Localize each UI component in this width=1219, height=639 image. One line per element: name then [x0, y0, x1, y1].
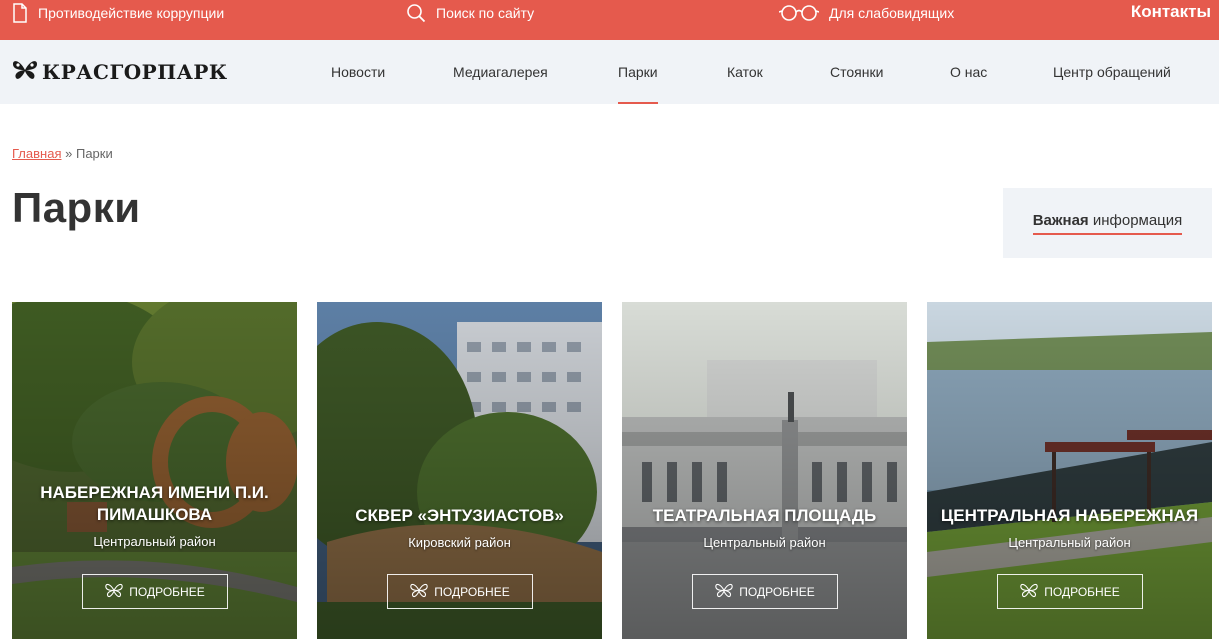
park-name: Театральная площадь	[652, 506, 877, 525]
park-card[interactable]: Набережная имени П.И. Пимашкова Централь…	[12, 302, 297, 639]
details-button[interactable]: ПОДРОБНЕЕ	[692, 574, 838, 609]
breadcrumb: Главная » Парки	[12, 146, 113, 161]
butterfly-icon	[410, 583, 428, 601]
details-button-label: ПОДРОБНЕЕ	[129, 584, 205, 599]
glasses-icon	[779, 4, 819, 22]
nav-item-skating-rink[interactable]: Каток	[727, 40, 763, 104]
park-district: Центральный район	[1008, 535, 1131, 550]
site-search-link[interactable]: Поиск по сайту	[406, 0, 534, 26]
important-info-box: Важная информация	[1003, 188, 1212, 258]
important-info-link[interactable]: Важная информация	[1032, 211, 1183, 235]
nav-item-appeals-center[interactable]: Центр обращений	[1053, 40, 1171, 104]
search-icon	[406, 3, 426, 23]
park-card[interactable]: Театральная площадь Центральный район ПО…	[622, 302, 907, 639]
breadcrumb-separator: »	[65, 146, 73, 161]
breadcrumb-home-link[interactable]: Главная	[12, 146, 61, 161]
site-search-label: Поиск по сайту	[436, 5, 535, 21]
card-content: Театральная площадь Центральный район	[622, 505, 907, 550]
nav-item-parking[interactable]: Стоянки	[830, 40, 883, 104]
important-info-rest: информация	[1092, 211, 1183, 229]
details-button[interactable]: ПОДРОБНЕЕ	[82, 574, 228, 609]
logo-text: КРАСГОРПАРК	[42, 60, 228, 84]
park-name: Сквер «Энтузиастов»	[355, 506, 564, 525]
park-district: Центральный район	[703, 535, 826, 550]
card-content: Набережная имени П.И. Пимашкова Централь…	[12, 482, 297, 549]
park-district: Центральный район	[93, 534, 216, 549]
park-name: Набережная имени П.И. Пимашкова	[40, 483, 269, 524]
details-button-label: ПОДРОБНЕЕ	[739, 584, 815, 599]
nav-item-news[interactable]: Новости	[331, 40, 385, 104]
document-icon	[12, 3, 28, 23]
details-button-label: ПОДРОБНЕЕ	[1044, 584, 1120, 599]
butterfly-icon	[1020, 583, 1038, 601]
main-navigation: КРАСГОРПАРК Новости Медиагалерея Парки К…	[0, 40, 1219, 104]
park-district: Кировский район	[408, 535, 511, 550]
nav-item-media-gallery[interactable]: Медиагалерея	[453, 40, 548, 104]
details-button-label: ПОДРОБНЕЕ	[434, 584, 510, 599]
page-title: Парки	[12, 184, 141, 231]
nav-item-about[interactable]: О нас	[950, 40, 987, 104]
park-name: Центральная набережная	[940, 506, 1199, 525]
butterfly-icon	[105, 583, 123, 601]
nav-item-parks[interactable]: Парки	[618, 40, 658, 104]
park-card[interactable]: Центральная набережная Центральный район…	[927, 302, 1212, 639]
details-button[interactable]: ПОДРОБНЕЕ	[387, 574, 533, 609]
park-card[interactable]: Сквер «Энтузиастов» Кировский район ПОДР…	[317, 302, 602, 639]
card-content: Центральная набережная Центральный район	[927, 505, 1212, 550]
contacts-link[interactable]: Контакты	[1131, 0, 1211, 24]
details-button[interactable]: ПОДРОБНЕЕ	[997, 574, 1143, 609]
anticorruption-label: Противодействие коррупции	[38, 5, 225, 21]
butterfly-icon	[715, 583, 733, 601]
low-vision-link[interactable]: Для слабовидящих	[779, 0, 954, 26]
low-vision-label: Для слабовидящих	[829, 5, 955, 21]
anticorruption-link[interactable]: Противодействие коррупции	[12, 0, 224, 26]
butterfly-icon	[12, 59, 38, 86]
breadcrumb-current: Парки	[75, 146, 113, 161]
logo[interactable]: КРАСГОРПАРК	[12, 58, 228, 86]
card-content: Сквер «Энтузиастов» Кировский район	[317, 505, 602, 550]
important-info-bold: Важная	[1032, 211, 1089, 229]
top-bar: Противодействие коррупции Поиск по сайту…	[0, 0, 1219, 40]
